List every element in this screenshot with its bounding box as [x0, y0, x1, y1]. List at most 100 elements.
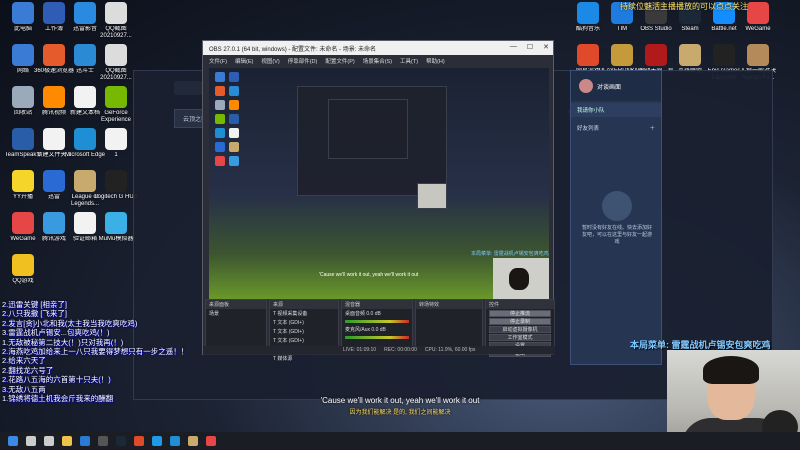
chat-message: 2.翻找龙六号了 — [2, 365, 54, 375]
mixer-channel-label: 麦克风/Aux 0.0 dB — [345, 327, 386, 333]
chat-message: 1.锦绣将德土机我会斤我来的酬翻 — [2, 394, 114, 404]
source-item[interactable]: T 文本 (GDI+) — [270, 327, 338, 336]
control-button[interactable]: 启动虚拟摄像机 — [489, 326, 551, 333]
search-icon[interactable] — [26, 436, 36, 446]
lol-icon — [679, 44, 701, 66]
mumu-icon — [105, 212, 127, 234]
obs-menu-bar: 文件(F) 编辑(E) 视图(V) 停靠部件(D) 配置文件(P) 场景集合(S… — [203, 55, 553, 66]
close-button[interactable]: ✕ — [543, 43, 549, 51]
scene-item[interactable]: 场景 — [206, 309, 266, 318]
file-explorer-icon[interactable] — [62, 436, 72, 446]
empty-friends-text: 暂时没有好友在线。快去添加好友吧，可以在这里与好友一起游戏 — [581, 225, 652, 245]
taskbar — [0, 432, 800, 450]
screenshot-file-icon — [105, 44, 127, 66]
pubg-icon — [611, 44, 633, 66]
store-icon[interactable] — [80, 436, 90, 446]
chat-message: 3.雷霆战机卢锡安...包爽吃鸡(！) — [2, 328, 110, 338]
chat-message: 2.给来六天了 — [2, 356, 46, 366]
qq-icon[interactable] — [152, 436, 162, 446]
group-item[interactable]: 我请你小队 — [571, 103, 661, 117]
top-banner-text: 持续位魅活主播播放的可以点点关注 — [620, 2, 748, 11]
chat-message: 2.迅雷关键 [相亲了] — [2, 300, 68, 309]
obs-status-bar: LIVE: 01:09:10 REC: 00:00:00 CPU: 11.9%,… — [203, 346, 555, 354]
chat-message: 2.八只我撒 [飞来了] — [2, 309, 68, 319]
menu-help[interactable]: 帮助(H) — [426, 57, 445, 65]
menu-file[interactable]: 文件(F) — [209, 57, 227, 65]
mixer-list: 桌面音频 0.0 dB 麦克风/Aux 0.0 dB — [342, 309, 412, 339]
chat-message: 2.花路八五海的六首第十只夫(！) — [2, 375, 111, 385]
add-friend-icon[interactable]: ＋ — [649, 124, 655, 132]
game-icon — [645, 44, 667, 66]
task-view-icon[interactable] — [44, 436, 54, 446]
control-button[interactable]: 工作室模式 — [489, 334, 551, 341]
edge-icon[interactable] — [170, 436, 180, 446]
wegame-icon — [747, 2, 769, 24]
sources-dock-header: 来源 — [270, 300, 338, 309]
preview-webcam-person — [509, 268, 529, 290]
obs-window: OBS 27.0.1 (64 bit, windows) - 配置文件: 未命名… — [202, 40, 555, 362]
desktop-shortcut-label: WeGame — [745, 26, 771, 32]
obs-icon[interactable] — [98, 436, 108, 446]
social-username: 对谈画面 — [597, 84, 622, 91]
chrome-icon[interactable] — [134, 436, 144, 446]
steam-icon[interactable] — [116, 436, 126, 446]
source-item[interactable]: T 视频采集设备 — [270, 309, 338, 318]
scenes-dock-tab: 来源面板 — [206, 300, 266, 309]
wegame-icon[interactable] — [206, 436, 216, 446]
lyrics-english: 'Cause we'll work it out, yeah we'll wor… — [320, 396, 480, 405]
social-panel-header: 对谈画面 — [571, 71, 661, 101]
empty-friends-state: 暂时没有好友在线。快去添加好友吧，可以在这里与好友一起游戏 — [581, 191, 653, 246]
obs-preview[interactable]: 'Cause we'll work it out, yeah we'll wor… — [209, 68, 549, 300]
chat-overlay: 2.迅雷关键 [相亲了] 2.八只我撒 [飞来了] 2.发言[贪]小北和我(太主我当… — [2, 300, 212, 403]
audio-meter[interactable] — [345, 320, 409, 323]
game-icon — [747, 44, 769, 66]
menu-profile[interactable]: 配置文件(P) — [325, 57, 354, 65]
control-button[interactable]: 停止录制 — [489, 318, 551, 325]
preview-menu-text: 本局菜单: 雷霆战机卢锡安包爽吃鸡 — [471, 251, 549, 257]
desktop-shortcut-label: QQ游戏 — [12, 278, 34, 284]
controls-dock-header: 控件 — [486, 300, 554, 309]
avatar[interactable] — [579, 79, 593, 93]
audio-meter[interactable] — [345, 336, 409, 339]
transitions-dock-header: 转场特效 — [416, 300, 482, 309]
transitions-dock: 转场特效 — [415, 299, 483, 351]
status-live: LIVE: 01:09:10 — [343, 347, 377, 353]
lyrics-chinese: 因为我们能解决 是的, 我们之间能解决 — [349, 410, 451, 416]
source-item[interactable]: T 文本 (GDI+) — [270, 318, 338, 327]
logitech-icon — [105, 170, 127, 192]
preview-lyrics: 'Cause we'll work it out, yeah we'll wor… — [319, 272, 419, 278]
text-file-icon — [105, 128, 127, 150]
menu-view[interactable]: 视图(V) — [261, 57, 279, 65]
lyrics-overlay: 'Cause we'll work it out, yeah we'll wor… — [275, 396, 525, 416]
controls-dock: 控件 停止推流停止录制启动虚拟摄像机工作室模式设置退出 — [485, 299, 555, 357]
menu-tools[interactable]: 工具(T) — [400, 57, 418, 65]
status-rec: REC: 00:00:00 — [384, 347, 417, 353]
menu-scene-collection[interactable]: 场景集合(S) — [363, 57, 392, 65]
control-button[interactable]: 停止推流 — [489, 310, 551, 317]
maximize-button[interactable]: ☐ — [527, 43, 533, 51]
minimize-button[interactable]: — — [510, 43, 517, 51]
friends-label: 好友列表 — [577, 126, 600, 132]
mixer-dock: 混音器 桌面音频 0.0 dB 麦克风/Aux 0.0 dB — [341, 299, 413, 351]
sources-list: T 视频采集设备 T 文本 (GDI+) T 文本 (GDI+) T 文本 (GDI+… — [270, 309, 338, 363]
desktop-shortcut-left-24[interactable]: QQ游戏 — [0, 254, 46, 285]
menu-docks[interactable]: 停靠部件(D) — [288, 57, 318, 65]
qq-game-icon — [12, 254, 34, 276]
window-controls: — ☐ ✕ — [510, 43, 549, 51]
mixer-dock-header: 混音器 — [342, 300, 412, 309]
obs-title-bar: OBS 27.0.1 (64 bit, windows) - 配置文件: 未命名… — [203, 41, 553, 55]
preview-desktop-icons — [215, 72, 239, 166]
kugou-icon — [577, 2, 599, 24]
screenshot-file-icon — [105, 2, 127, 24]
source-item[interactable]: T 文本 (GDI+) — [270, 336, 338, 345]
nested-obs-preview-inner — [328, 99, 408, 159]
start-icon[interactable] — [8, 436, 18, 446]
lol-icon[interactable] — [188, 436, 198, 446]
source-item[interactable]: T 媒体源 — [270, 354, 338, 363]
menu-edit[interactable]: 编辑(E) — [235, 57, 253, 65]
desktop-shortcut-label: QQ截图 20210927... — [100, 26, 132, 39]
obs-title: OBS 27.0.1 (64 bit, windows) - 配置文件: 未命名… — [209, 46, 377, 53]
nvidia-icon — [105, 86, 127, 108]
desktop-shortcut-left-3[interactable]: QQ截图 20210927... — [93, 2, 139, 40]
status-cpu: CPU: 11.9%, 60.00 fps — [424, 347, 476, 353]
